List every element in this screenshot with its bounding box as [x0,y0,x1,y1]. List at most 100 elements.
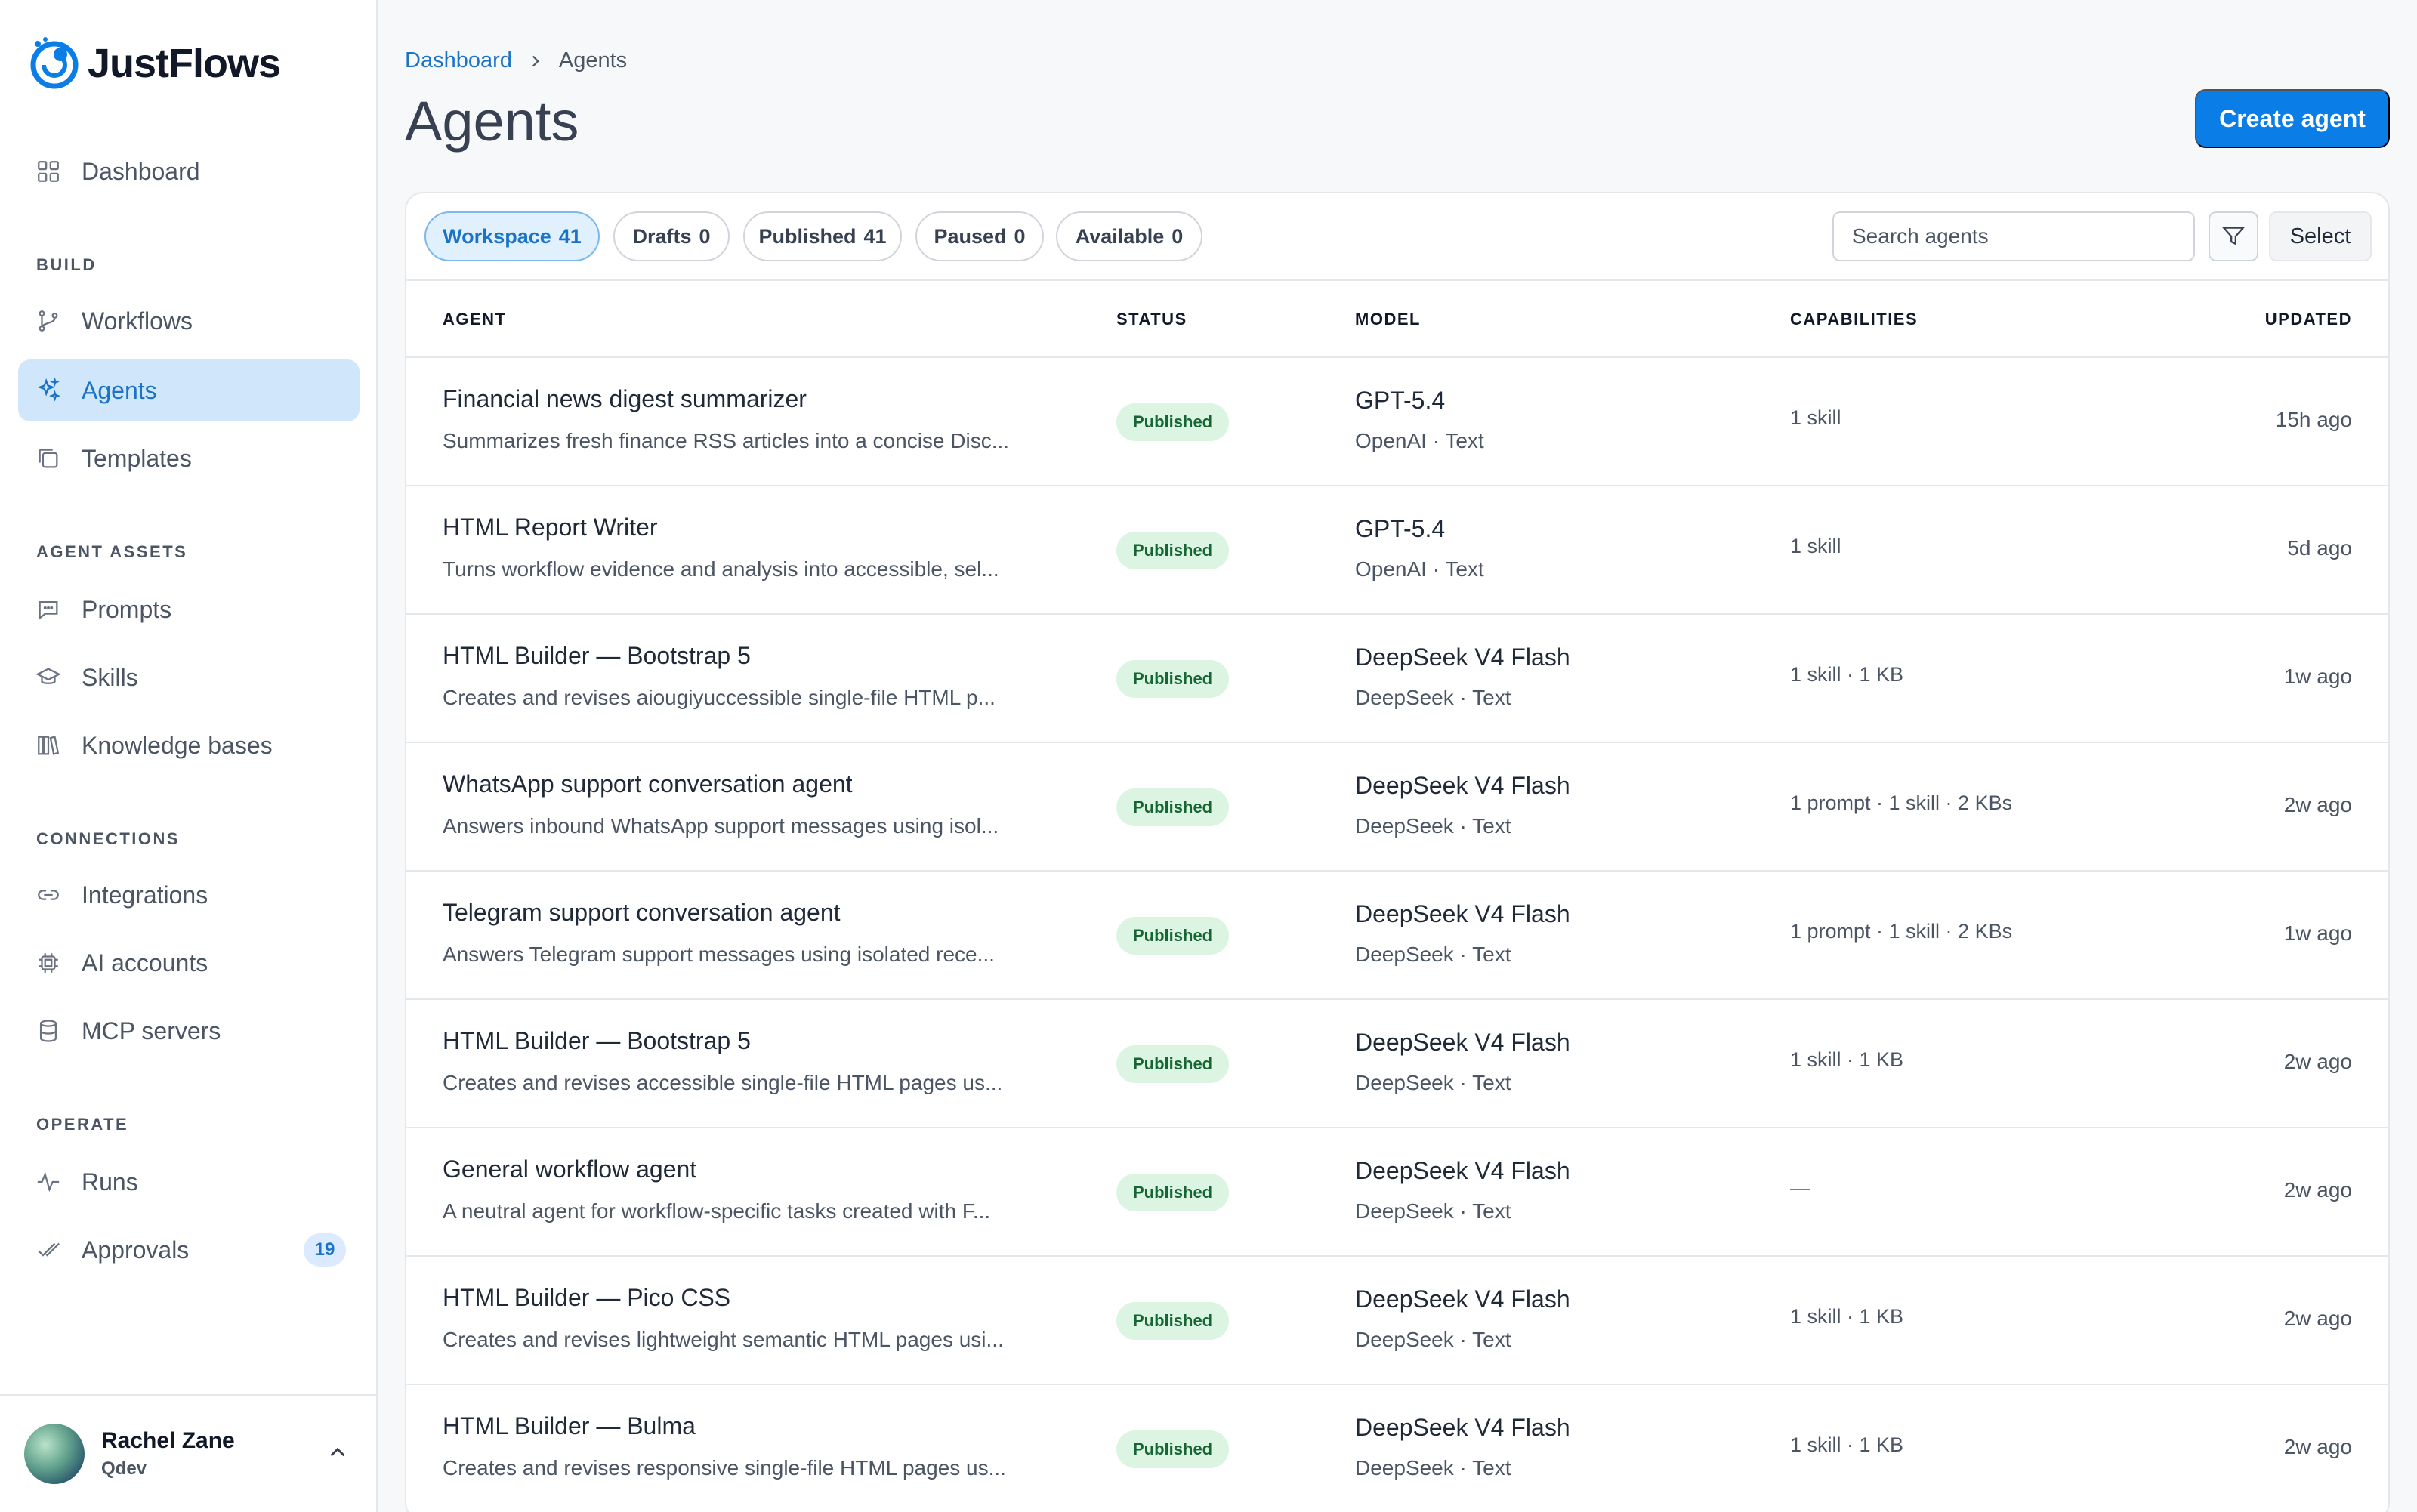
sidebar-item-approvals[interactable]: Approvals 19 [18,1219,360,1281]
table-row[interactable]: HTML Report Writer Turns workflow eviden… [406,486,2388,615]
agent-name[interactable]: General workflow agent [443,1156,696,1183]
model-name: DeepSeek V4 Flash [1355,1029,1570,1056]
breadcrumb-current: Agents [558,48,628,73]
column-model[interactable]: MODEL [1355,310,1421,329]
table-row[interactable]: HTML Builder — Bootstrap 5 Creates and r… [406,1000,2388,1128]
sidebar-item-label: Prompts [82,595,172,623]
table-row[interactable]: Financial news digest summarizer Summari… [406,358,2388,486]
updated-time: 2w ago [2283,1178,2352,1202]
table-header: AGENT STATUS MODEL CAPABILITIES UPDATED [406,281,2388,358]
column-agent[interactable]: AGENT [443,310,507,329]
sidebar-item-label: Dashboard [82,157,200,185]
model-name: DeepSeek V4 Flash [1355,900,1570,927]
copy-icon [35,445,62,472]
updated-time: 2w ago [2283,1435,2352,1458]
section-agent-assets: AGENT ASSETS [36,542,188,561]
chip-label: Available [1075,224,1165,248]
page-title: Agents [405,90,579,153]
capabilities: — [1790,1177,1810,1199]
link-icon [35,881,62,909]
agent-name[interactable]: Telegram support conversation agent [443,899,841,927]
agent-name[interactable]: HTML Report Writer [443,514,657,542]
table-row[interactable]: General workflow agent A neutral agent f… [406,1128,2388,1257]
status-badge: Published [1116,788,1230,826]
status-badge: Published [1116,532,1230,569]
table-row[interactable]: WhatsApp support conversation agent Answ… [406,743,2388,872]
filter-chip-available[interactable]: Available 0 [1056,211,1202,261]
agent-name[interactable]: HTML Builder — Bulma [443,1412,696,1440]
model-provider: DeepSeek · Text [1355,814,1511,838]
sidebar-item-skills[interactable]: Skills [18,646,360,708]
sidebar-item-label: Skills [82,663,138,691]
filter-chip-workspace[interactable]: Workspace 41 [424,211,600,261]
sidebar-item-templates[interactable]: Templates [18,427,360,489]
sidebar-item-label: Knowledge bases [82,731,273,759]
chevron-up-icon[interactable] [325,1439,350,1465]
model-name: DeepSeek V4 Flash [1355,772,1570,799]
chip-label: Paused [934,224,1007,248]
filter-icon [2221,227,2246,245]
agent-name[interactable]: HTML Builder — Bootstrap 5 [443,642,751,670]
justflows-logo-icon [30,37,79,89]
sidebar-item-integrations[interactable]: Integrations [18,864,360,926]
capabilities: 1 skill · 1 KB [1790,1433,1904,1456]
status-badge: Published [1116,403,1230,441]
breadcrumb: Dashboard Agents [405,48,627,73]
sidebar-item-dashboard[interactable]: Dashboard [18,140,360,202]
column-updated[interactable]: UPDATED [2265,310,2352,329]
updated-time: 15h ago [2275,408,2352,431]
model-name: DeepSeek V4 Flash [1355,643,1570,671]
filter-chip-drafts[interactable]: Drafts 0 [613,211,730,261]
agent-name[interactable]: WhatsApp support conversation agent [443,770,853,798]
table-row[interactable]: HTML Builder — Pico CSS Creates and revi… [406,1257,2388,1385]
sidebar-item-prompts[interactable]: Prompts [18,579,360,640]
sidebar-item-runs[interactable]: Runs [18,1151,360,1213]
select-button[interactable]: Select [2269,211,2372,261]
brand-name: JustFlows [88,41,281,86]
table-row[interactable]: HTML Builder — Bulma Creates and revises… [406,1385,2388,1512]
search-input[interactable] [1832,211,2195,261]
model-provider: DeepSeek · Text [1355,943,1511,966]
filter-toolbar: Workspace 41 Drafts 0 Published 41 Pause… [406,193,2388,281]
sidebar-item-knowledge-bases[interactable]: Knowledge bases [18,714,360,776]
capabilities: 1 skill [1790,406,1841,429]
agent-description: Creates and revises responsive single-fi… [443,1456,1006,1480]
sidebar-item-ai-accounts[interactable]: AI accounts [18,932,360,994]
model-provider: DeepSeek · Text [1355,1328,1511,1351]
agent-description: A neutral agent for workflow-specific ta… [443,1199,991,1223]
graduation-cap-icon [35,664,62,691]
brand-logo[interactable]: JustFlows [27,36,281,91]
status-badge: Published [1116,1174,1230,1211]
agent-description: Creates and revises aiougiyuccessible si… [443,686,996,709]
column-status[interactable]: STATUS [1116,310,1187,329]
updated-time: 1w ago [2283,665,2352,688]
table-row[interactable]: Telegram support conversation agent Answ… [406,872,2388,1000]
model-provider: DeepSeek · Text [1355,1456,1511,1480]
column-capabilities[interactable]: CAPABILITIES [1790,310,1918,329]
sidebar-item-agents[interactable]: Agents [18,359,360,421]
model-name: GPT-5.4 [1355,515,1446,542]
branch-icon [35,307,62,335]
status-badge: Published [1116,917,1230,955]
agent-description: Creates and revises lightweight semantic… [443,1328,1004,1351]
model-provider: DeepSeek · Text [1355,686,1511,709]
model-name: DeepSeek V4 Flash [1355,1157,1570,1184]
filter-button[interactable] [2209,211,2258,261]
agent-name[interactable]: HTML Builder — Pico CSS [443,1284,730,1312]
table-row[interactable]: HTML Builder — Bootstrap 5 Creates and r… [406,615,2388,743]
agent-name[interactable]: HTML Builder — Bootstrap 5 [443,1027,751,1055]
sidebar-item-label: MCP servers [82,1017,221,1045]
sidebar-item-workflows[interactable]: Workflows [18,290,360,352]
agent-name[interactable]: Financial news digest summarizer [443,385,807,413]
filter-chip-paused[interactable]: Paused 0 [915,211,1044,261]
library-icon [35,732,62,759]
filter-chip-published[interactable]: Published 41 [743,211,902,261]
user-org: Qdev [101,1458,147,1479]
section-operate: OPERATE [36,1115,129,1134]
user-menu[interactable]: Rachel Zane Qdev [0,1394,376,1512]
sidebar-item-mcp-servers[interactable]: MCP servers [18,1000,360,1062]
database-icon [35,1017,62,1045]
create-agent-button[interactable]: Create agent [2195,89,2390,148]
breadcrumb-dashboard-link[interactable]: Dashboard [405,48,512,73]
status-badge: Published [1116,1430,1230,1468]
